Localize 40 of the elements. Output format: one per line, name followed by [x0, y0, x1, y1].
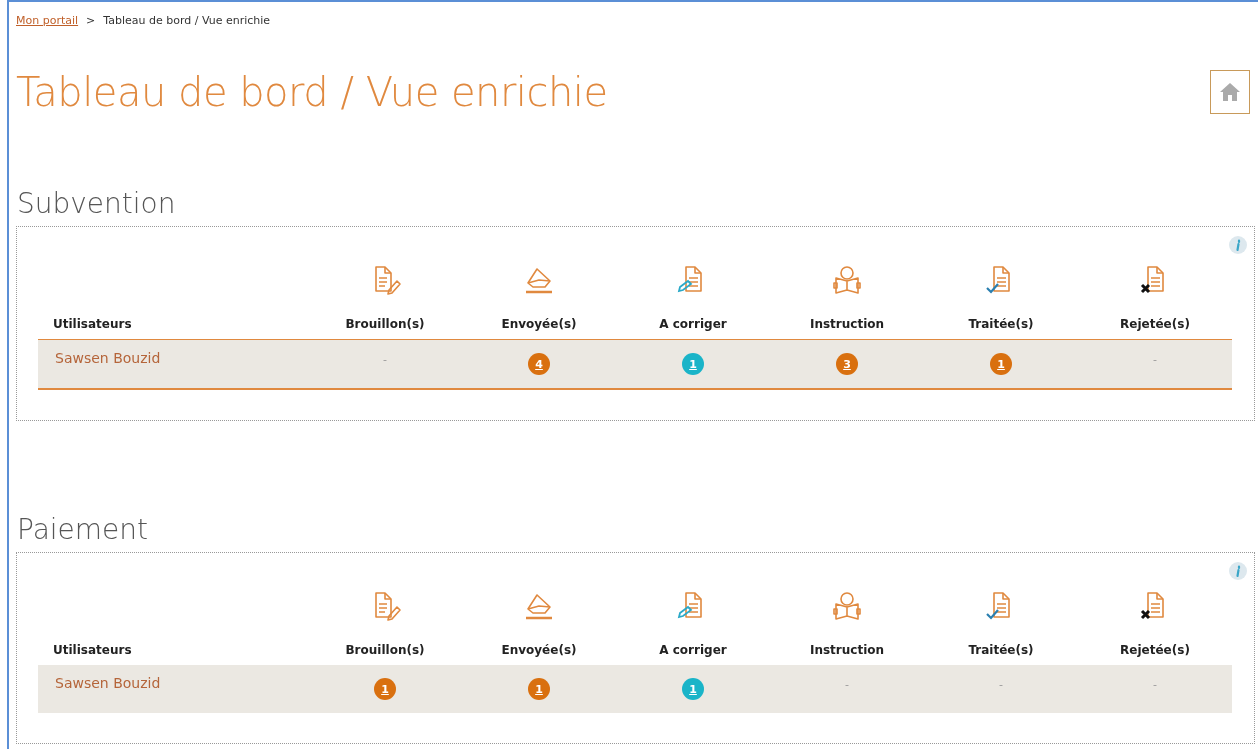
count-badge[interactable]: 3 — [836, 353, 858, 375]
column-header: Envoyée(s) — [501, 317, 577, 331]
column-header: Traitée(s) — [968, 317, 1034, 331]
info-icon[interactable] — [1228, 235, 1248, 255]
breadcrumb-link[interactable]: Mon portail — [16, 14, 79, 27]
column-header: A corriger — [659, 643, 727, 657]
column-header: Envoyée(s) — [501, 643, 577, 657]
info-icon[interactable] — [1228, 561, 1248, 581]
section-title: Subvention — [17, 187, 177, 220]
empty-value: - — [1153, 352, 1157, 366]
count-badge[interactable]: 1 — [682, 678, 704, 700]
count-badge[interactable]: 1 — [990, 353, 1012, 375]
column-header: Instruction — [809, 317, 885, 331]
empty-value: - — [383, 352, 387, 366]
user-link[interactable]: Sawsen Bouzid — [55, 350, 161, 366]
column-header: Rejetée(s) — [1120, 643, 1190, 657]
count-badge[interactable]: 1 — [528, 678, 550, 700]
empty-value: - — [845, 677, 849, 691]
column-header: Instruction — [809, 643, 885, 657]
empty-value: - — [1153, 677, 1157, 691]
page-title: Tableau de bord / Vue enrichie — [16, 69, 608, 115]
count-badge[interactable]: 1 — [682, 353, 704, 375]
count-badge[interactable]: 4 — [528, 353, 550, 375]
section-title: Paiement — [17, 513, 150, 546]
column-header: Brouillon(s) — [345, 317, 425, 331]
home-icon — [1219, 82, 1241, 102]
breadcrumb-separator: > — [86, 14, 96, 27]
reading-person-icon — [830, 263, 864, 297]
user-link[interactable]: Sawsen Bouzid — [55, 675, 161, 691]
column-header: Rejetée(s) — [1120, 317, 1190, 331]
column-header: Utilisateurs — [53, 317, 132, 331]
column-header: A corriger — [659, 317, 727, 331]
count-badge[interactable]: 1 — [374, 678, 396, 700]
column-header: Utilisateurs — [53, 643, 132, 657]
home-button[interactable] — [1210, 70, 1250, 114]
column-header: Brouillon(s) — [345, 643, 425, 657]
empty-value: - — [999, 677, 1003, 691]
breadcrumb-current: Tableau de bord / Vue enrichie — [103, 14, 271, 27]
column-header: Traitée(s) — [968, 643, 1034, 657]
reading-person-icon — [830, 589, 864, 623]
